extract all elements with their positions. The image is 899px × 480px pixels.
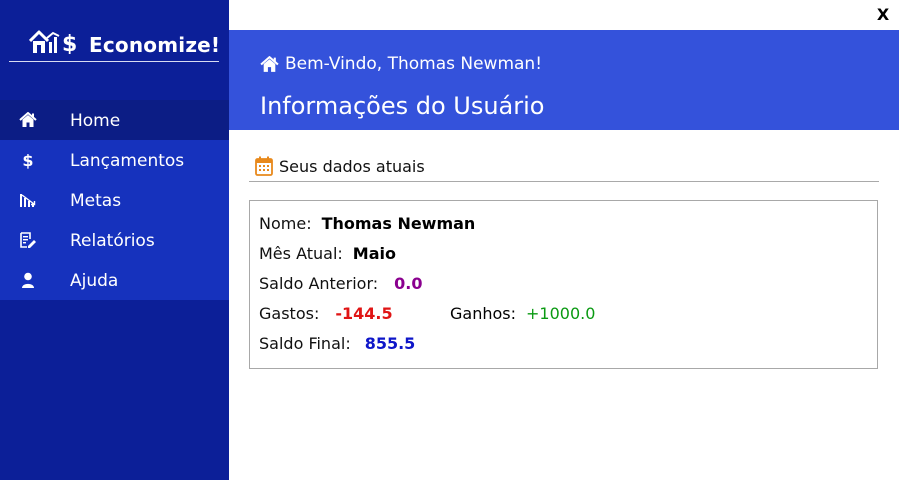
month-value: Maio (352, 244, 396, 263)
report-icon (19, 232, 37, 248)
month-row: Mês Atual: Maio (259, 244, 396, 263)
sidebar-item-label: Lançamentos (70, 151, 185, 171)
sidebar-item-home[interactable]: Home (0, 100, 229, 140)
spent-row: Gastos: -144.5 (259, 304, 393, 323)
previous-balance-label: Saldo Anterior: (259, 274, 379, 293)
house-chart-dollar-icon: $ (29, 30, 77, 54)
sidebar: $ Economize! Home $ Lançamentos Metas Re… (0, 0, 229, 480)
sidebar-item-label: Relatórios (70, 231, 155, 251)
page-title: Informações do Usuário (260, 92, 545, 120)
svg-text:$: $ (62, 32, 77, 54)
header: Bem-Vindo, Thomas Newman! Informações do… (229, 30, 899, 130)
home-icon (19, 112, 37, 128)
section-header: Seus dados atuais (255, 154, 425, 178)
final-balance-label: Saldo Final: (259, 334, 351, 353)
user-icon (19, 272, 37, 288)
dollar-icon: $ (22, 150, 34, 170)
brand-name: Economize! (89, 33, 221, 57)
sidebar-item-metas[interactable]: Metas (0, 180, 229, 220)
sidebar-item-label: Metas (70, 191, 122, 211)
bar-chart-down-icon (19, 192, 37, 208)
name-value: Thomas Newman (321, 214, 476, 233)
final-balance-row: Saldo Final: 855.5 (259, 334, 415, 353)
earned-row: Ganhos: +1000.0 (450, 304, 595, 323)
sidebar-item-label: Home (70, 111, 121, 131)
previous-balance-row: Saldo Anterior: 0.0 (259, 274, 422, 293)
month-label: Mês Atual: (259, 244, 343, 263)
brand: $ Economize! (0, 0, 229, 100)
sidebar-item-label: Ajuda (70, 271, 119, 291)
sidebar-nav: Home $ Lançamentos Metas Relatórios Ajud… (0, 100, 229, 300)
calendar-icon (255, 156, 273, 176)
name-label: Nome: (259, 214, 312, 233)
sidebar-item-ajuda[interactable]: Ajuda (0, 260, 229, 300)
home-icon (260, 55, 279, 72)
spent-label: Gastos: (259, 304, 320, 323)
close-button[interactable]: X (872, 4, 894, 26)
earned-value: +1000.0 (526, 304, 596, 323)
section-title: Seus dados atuais (279, 156, 425, 176)
spent-value: -144.5 (335, 304, 393, 323)
welcome-text: Bem-Vindo, Thomas Newman! (285, 54, 543, 74)
previous-balance-value: 0.0 (394, 274, 423, 293)
brand-divider (9, 61, 219, 62)
sidebar-item-lancamentos[interactable]: $ Lançamentos (0, 140, 229, 180)
user-info-panel: Nome: Thomas Newman Mês Atual: Maio Sald… (249, 200, 878, 369)
section-divider (249, 181, 879, 182)
sidebar-item-relatorios[interactable]: Relatórios (0, 220, 229, 260)
earned-label: Ganhos: (450, 304, 516, 323)
welcome-message: Bem-Vindo, Thomas Newman! (260, 54, 542, 74)
final-balance-value: 855.5 (364, 334, 416, 353)
name-row: Nome: Thomas Newman (259, 214, 475, 233)
